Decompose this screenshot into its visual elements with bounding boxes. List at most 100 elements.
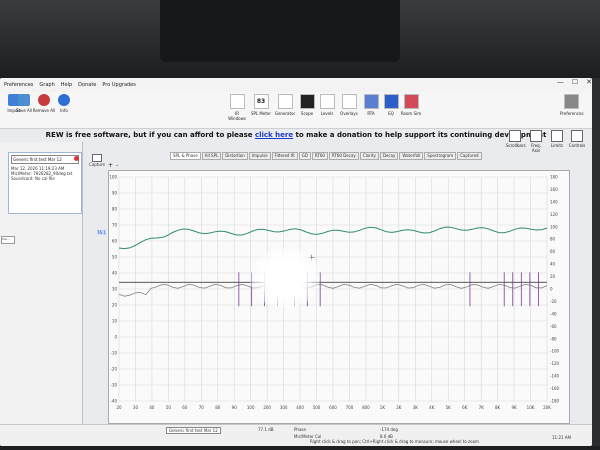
y-right-tick-label: 40	[550, 262, 556, 267]
tab-gd[interactable]: GD	[298, 152, 311, 160]
tab-spectrogram[interactable]: Spectrogram	[424, 152, 457, 160]
x-tick-label: 70	[199, 405, 205, 410]
y-right-tick-label: -180	[550, 399, 560, 404]
save-icon	[18, 94, 30, 106]
room-sim-button[interactable]: Room Sim	[400, 94, 422, 116]
ir-windows-button[interactable]: IR Windows	[226, 94, 248, 121]
x-tick-label: 50	[166, 405, 172, 410]
x-tick-label: 1K	[380, 405, 386, 410]
rta-label: RTA	[367, 111, 375, 116]
x-tick-label: 200	[263, 405, 271, 410]
controls-button[interactable]: Controls	[568, 130, 586, 148]
rta-button[interactable]: RTA	[360, 94, 382, 116]
y-left-tick-label: 30	[112, 287, 118, 292]
controls-icon	[571, 130, 583, 142]
capture-button[interactable]: Capture	[88, 154, 106, 167]
tab-all-spl[interactable]: All SPL	[201, 152, 222, 160]
tab-spl-phase[interactable]: SPL & Phase	[170, 152, 201, 160]
plot-canvas[interactable]: 20 30 40 50 60 70 80 90 100 200 300 400 500 600 700 800…	[109, 171, 569, 423]
preferences-button[interactable]: Preferences	[560, 94, 584, 116]
measurement-panel: Generic first test Mar 12 Mar 12, 2026 1…	[0, 142, 83, 446]
x-tick-label: 9K	[511, 405, 517, 410]
main-toolbar: Import Save All Remove All Info IR Windo…	[0, 92, 592, 129]
spl-meter-icon: 83	[253, 94, 269, 109]
spl-meter-button[interactable]: 83 SPL Meter	[250, 94, 272, 116]
y-right-tick-label: 0	[550, 287, 553, 292]
measurement-name[interactable]: Generic first test Mar 12	[11, 155, 79, 164]
spl-phase-plot[interactable]: 20 30 40 50 60 70 80 90 100 200 300 400 500 600 700 800…	[108, 170, 570, 424]
eq-button[interactable]: EQ	[380, 94, 402, 116]
menu-preferences[interactable]: Preferences	[4, 82, 33, 88]
scope-button[interactable]: Scope	[296, 94, 318, 116]
y-right-tick-label: 100	[550, 224, 558, 229]
tab-clarity[interactable]: Clarity	[359, 152, 379, 160]
legend-spl[interactable]: Generic first test Mar 12	[166, 427, 221, 434]
tab-decay[interactable]: Decay	[379, 152, 399, 160]
y-right-tick-label: 120	[550, 212, 558, 217]
x-tick-label: 500	[313, 405, 321, 410]
menu-graph[interactable]: Graph	[39, 82, 54, 88]
y-left-tick-label: 100	[109, 175, 117, 180]
legend-bar: Generic first test Mar 12 Phase Mic/Mete…	[0, 424, 592, 446]
maximize-icon[interactable]: ☐	[572, 78, 578, 86]
x-tick-label: 20	[116, 405, 122, 410]
tab-distortion[interactable]: Distortion	[222, 152, 248, 160]
tab-rt60-decay[interactable]: RT60 Decay	[328, 152, 359, 160]
y-right-tick-label: -120	[550, 361, 560, 366]
scrollbars-label: Scrollbars	[506, 143, 526, 148]
limits-icon	[551, 130, 563, 142]
minimize-icon[interactable]: —	[557, 78, 564, 86]
wrench-icon	[563, 94, 579, 109]
y-right-tick-label: 180	[550, 175, 558, 180]
generator-icon	[277, 94, 293, 109]
freq-axis-button[interactable]: Freq. Axis	[527, 130, 545, 153]
cal-button[interactable]: Cal...	[1, 236, 15, 244]
donate-link[interactable]: click here	[255, 131, 293, 139]
overlays-button[interactable]: Overlays	[338, 94, 360, 116]
webcam-housing	[160, 0, 400, 62]
scrollbars-icon	[509, 130, 521, 142]
window-controls: — ☐ ✕	[557, 78, 592, 86]
legend-phase[interactable]: Phase	[294, 427, 306, 432]
measurement-card[interactable]: Generic first test Mar 12 Mar 12, 2026 1…	[8, 152, 82, 214]
measurement-soundcard: Soundcard: No cal file	[11, 176, 55, 181]
limits-button[interactable]: Limits	[548, 130, 566, 148]
x-tick-label: 5K	[446, 405, 452, 410]
overlays-label: Overlays	[340, 111, 358, 116]
x-tick-label: 3K	[413, 405, 419, 410]
menu-pro-upgrades[interactable]: Pro Upgrades	[102, 82, 136, 88]
zoom-out-icon[interactable]: -	[116, 162, 118, 169]
menu-help[interactable]: Help	[61, 82, 72, 88]
y-left-tick-label: 20	[112, 303, 118, 308]
levels-icon	[319, 94, 335, 109]
y-right-tick-label: 160	[550, 187, 558, 192]
x-tick-label: 600	[329, 405, 337, 410]
freq-axis-label: Freq. Axis	[531, 143, 541, 153]
y-left-tick-label: -40	[110, 399, 117, 404]
close-window-icon[interactable]: ✕	[586, 78, 592, 86]
screen-glare	[250, 248, 320, 308]
scrollbars-button[interactable]: Scrollbars	[506, 130, 526, 148]
x-tick-label: 90	[232, 405, 238, 410]
room-sim-label: Room Sim	[400, 111, 422, 116]
camera-icon	[92, 154, 102, 162]
y-left-tick-label: 60	[112, 239, 118, 244]
zoom-in-icon[interactable]: +	[108, 162, 113, 169]
generator-button[interactable]: Generator	[274, 94, 296, 116]
close-icon[interactable]	[74, 156, 79, 161]
eq-label: EQ	[388, 111, 394, 116]
tab-rt60[interactable]: RT60	[311, 152, 328, 160]
menu-donate[interactable]: Donate	[78, 82, 96, 88]
y-right-tick-label: -140	[550, 374, 560, 379]
x-tick-label: 20K	[543, 405, 551, 410]
tab-filtered-ir[interactable]: Filtered IR	[271, 152, 298, 160]
laptop-bezel-bottom	[0, 446, 600, 450]
tab-waterfall[interactable]: Waterfall	[399, 152, 424, 160]
ir-windows-icon	[229, 94, 245, 109]
info-button[interactable]: Info	[52, 94, 76, 113]
levels-button[interactable]: Levels	[316, 94, 338, 116]
x-tick-label: 60	[182, 405, 188, 410]
donation-banner: REW is free software, but if you can aff…	[0, 128, 592, 142]
tab-captured[interactable]: Captured	[457, 152, 482, 160]
tab-impulse[interactable]: Impulse	[248, 152, 271, 160]
